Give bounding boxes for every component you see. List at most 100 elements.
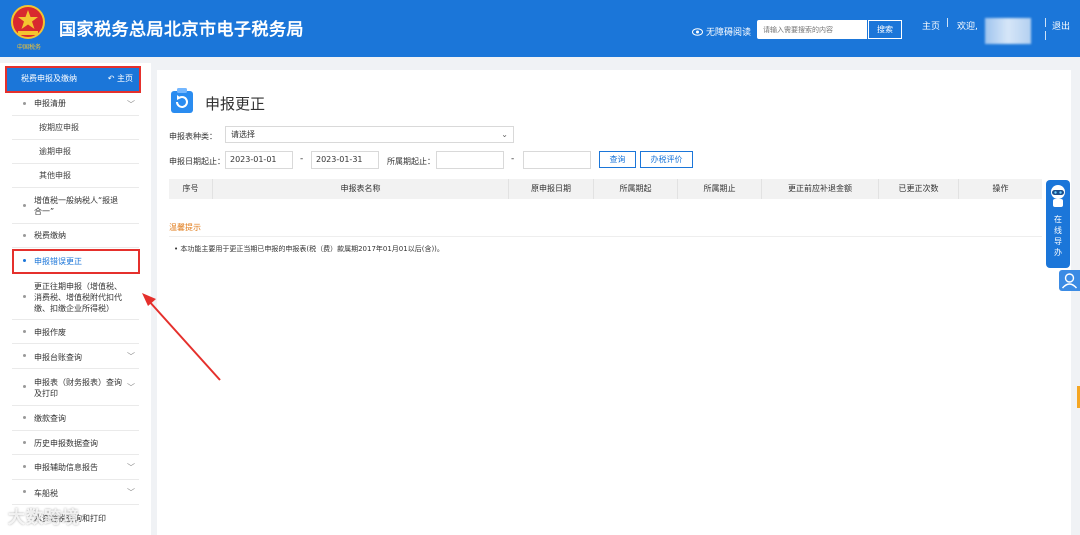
period-from-input[interactable]	[436, 151, 504, 169]
bullet-icon	[23, 294, 26, 298]
emblem-caption: 中国税务	[16, 44, 41, 51]
sidebar-item-label: 其他申报	[39, 171, 71, 180]
accessibility-label: 无障碍阅读	[706, 28, 752, 38]
sidebar-section-title: 税费申报及缴纳	[21, 74, 77, 83]
online-guide-button[interactable]: 在线导办	[1046, 180, 1070, 268]
search-input[interactable]	[757, 20, 867, 39]
eye-icon	[692, 27, 703, 36]
sidebar-item-label: 增值税一般纳税人“报退合一”	[34, 196, 119, 216]
bullet-icon	[23, 354, 26, 357]
bullet-icon	[23, 203, 26, 207]
search-button[interactable]: 搜索	[868, 20, 902, 39]
sidebar-item-ledger-query[interactable]: 申报台账查询 ﹀	[12, 344, 139, 369]
tip-title: 温馨提示	[169, 223, 201, 232]
evaluate-button[interactable]: 办税评价	[640, 151, 693, 168]
sidebar-item-label: 逾期申报	[39, 147, 71, 156]
range-dash: -	[511, 154, 515, 164]
logout-link[interactable]: 退出	[1052, 19, 1070, 32]
chevron-down-icon: ﹀	[127, 383, 135, 392]
sidebar-item-vat-refund[interactable]: 增值税一般纳税人“报退合一”	[12, 188, 139, 224]
sidebar-item-label: 申报作废	[34, 328, 66, 337]
sidebar-subitem-overdue[interactable]: 逾期申报	[12, 140, 139, 164]
sidebar-item-declaration-list[interactable]: 申报清册 ﹀	[12, 92, 139, 116]
bullet-icon	[23, 490, 26, 493]
bullet-icon	[23, 329, 26, 333]
blurred-username	[985, 18, 1031, 44]
chevron-down-icon: ⌄	[501, 130, 508, 139]
bullet-icon	[23, 233, 26, 237]
sidebar-item-vehicle-tax[interactable]: 车船税 ﹀	[12, 480, 139, 505]
sidebar-item-label: 申报表（财务报表）查询及打印	[34, 378, 122, 398]
column-header: 操作	[992, 184, 1009, 193]
chevron-down-icon: ﹀	[127, 352, 135, 361]
sidebar-subitem-on-time[interactable]: 按期应申报	[12, 116, 139, 140]
declaration-type-select[interactable]: 请选择 ⌄	[225, 126, 514, 143]
date-range-label: 申报日期起止：	[169, 157, 225, 166]
sidebar-item-label: 水资源税查询和打印	[34, 514, 106, 523]
bullet-icon	[23, 101, 26, 105]
column-header: 申报表名称	[213, 179, 509, 199]
sidebar-item-aux-report[interactable]: 申报辅助信息报告 ﹀	[12, 455, 139, 480]
bullet-icon	[23, 440, 26, 444]
sidebar-item-label: 申报辅助信息报告	[34, 463, 98, 472]
select-value: 请选择	[231, 130, 255, 139]
bullet-icon	[23, 416, 26, 419]
column-header: 原申报日期	[509, 179, 594, 199]
date-to-input[interactable]: 2023-01-31	[311, 151, 379, 169]
return-arrow-icon: ↶	[107, 74, 115, 83]
site-title: 国家税务总局北京市电子税务局	[59, 20, 304, 40]
period-to-input[interactable]	[523, 151, 591, 169]
sidebar-item-history-query[interactable]: 历史申报数据查询	[12, 431, 139, 455]
sidebar-item-label: 申报台账查询	[34, 353, 82, 362]
chevron-down-icon: ﹀	[127, 488, 135, 497]
date-from-input[interactable]: 2023-01-01	[225, 151, 293, 169]
type-label: 申报表种类：	[169, 132, 217, 141]
page-title: 申报更正	[205, 95, 266, 113]
sidebar-item-label: 按期应申报	[39, 123, 79, 132]
table-header: 序号 申报表名称 原申报日期 所属期起 所属期止 更正前应补退金额 已更正次数 …	[169, 179, 1042, 199]
sidebar-section-header[interactable]: 税费申报及缴纳 ↶ 主页	[7, 67, 139, 91]
range-dash: -	[300, 154, 304, 164]
sidebar-item-tax-payment[interactable]: 税费缴纳	[12, 224, 139, 248]
nav-separator: |	[1044, 31, 1048, 41]
sidebar-item-error-correction[interactable]: 申报错误更正	[12, 249, 139, 274]
sidebar-item-payment-query[interactable]: 缴款查询	[12, 406, 139, 431]
sidebar-item-label: 申报错误更正	[34, 257, 82, 266]
sidebar-item-past-correction[interactable]: 更正往期申报（增值税、消费税、增值税附代扣代缴、扣缴企业所得税）	[12, 274, 139, 320]
nav-separator: |	[1044, 18, 1048, 28]
chevron-down-icon: ﹀	[127, 463, 135, 472]
column-header: 所属期起	[594, 179, 678, 199]
robot-icon	[1051, 185, 1065, 207]
sidebar-item-label: 车船税	[34, 489, 58, 498]
user-headset-icon	[1061, 273, 1078, 289]
column-header: 序号	[169, 179, 213, 199]
clipboard-refresh-icon	[171, 88, 193, 113]
sidebar-home-link[interactable]: ↶ 主页	[108, 67, 133, 91]
home-link[interactable]: 主页	[922, 19, 940, 32]
sidebar-item-void[interactable]: 申报作废	[12, 320, 139, 344]
welcome-text: 欢迎,	[957, 22, 978, 32]
column-header: 所属期止	[678, 179, 762, 199]
sidebar-item-label: 历史申报数据查询	[34, 439, 98, 448]
top-header: 中国税务 国家税务总局北京市电子税务局 无障碍阅读 搜索 主页 | 欢迎, | …	[0, 0, 1080, 57]
column-header: 已更正次数	[879, 179, 959, 199]
chevron-down-icon: ﹀	[127, 99, 135, 109]
tip-text: • 本功能主要用于更正当期已申报的申报表(税（费）款属期2017年01月01以后…	[174, 245, 444, 253]
column-header: 更正前应补退金额	[762, 179, 879, 199]
sidebar-item-water-tax[interactable]: 水资源税查询和打印	[12, 505, 139, 530]
sidebar-item-label: 税费缴纳	[34, 231, 66, 240]
customer-service-button[interactable]	[1059, 270, 1080, 291]
sidebar-item-label: 缴款查询	[34, 414, 66, 423]
tip-text-content: 本功能主要用于更正当期已申报的申报表(税（费）款属期2017年01月01以后(含…	[180, 245, 444, 253]
period-range-label: 所属期起止：	[387, 157, 435, 166]
accessibility-link[interactable]: 无障碍阅读	[692, 25, 751, 38]
sidebar-subitem-other[interactable]: 其他申报	[12, 164, 139, 188]
query-button[interactable]: 查询	[599, 151, 636, 168]
bullet-icon	[23, 385, 26, 388]
nav-separator: |	[946, 18, 950, 28]
bullet-icon	[23, 259, 26, 262]
online-guide-label: 在线导办	[1054, 215, 1062, 257]
sidebar-item-label: 申报清册	[34, 99, 66, 108]
sidebar-item-report-print[interactable]: 申报表（财务报表）查询及打印 ﹀	[12, 369, 139, 406]
sidebar-home-label: 主页	[117, 74, 133, 83]
